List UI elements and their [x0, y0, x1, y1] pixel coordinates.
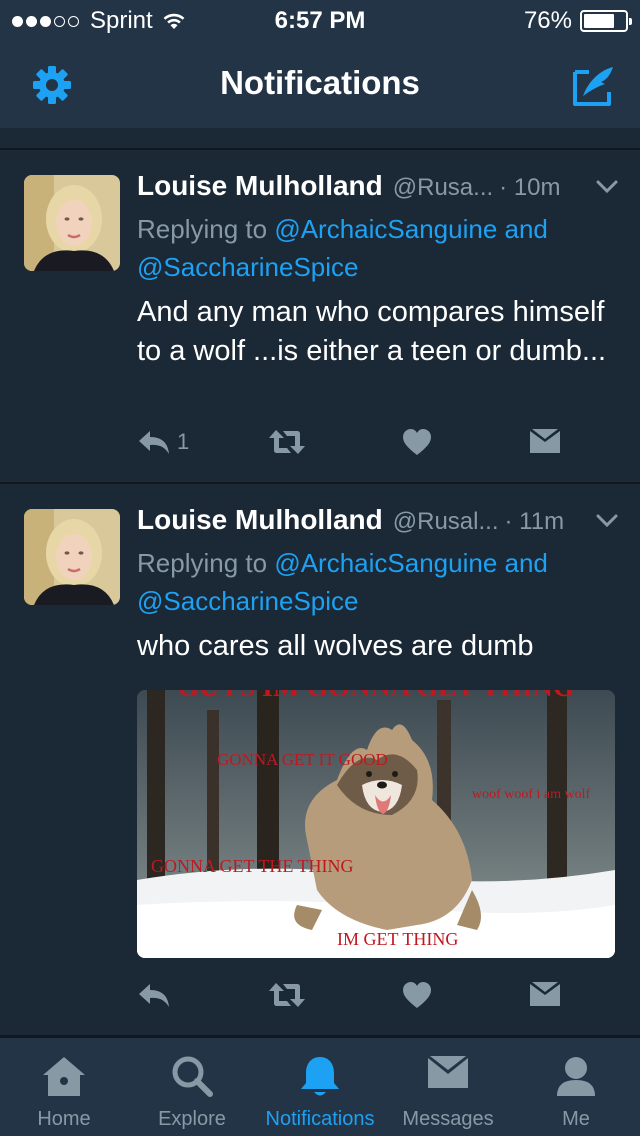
tab-me[interactable]: Me	[512, 1038, 640, 1136]
reply-prefix: Replying to	[137, 214, 268, 244]
tweet-options-button[interactable]	[596, 514, 618, 533]
reply-icon	[139, 431, 169, 454]
tweet-media-image[interactable]: GUYS IM GONNA GET THING GONNA GET IT GOO…	[137, 690, 615, 958]
meme-caption: GONNA GET THE THING	[151, 856, 354, 876]
tab-label: Me	[562, 1108, 590, 1130]
reply-button[interactable]: 1	[137, 428, 189, 456]
retweet-icon	[269, 430, 305, 454]
reply-count: 1	[177, 429, 190, 454]
home-icon	[43, 1057, 85, 1096]
notification-feed: Louise Mulholland @Rusa... · 10m Replyin…	[0, 148, 640, 1037]
direct-message-button[interactable]	[529, 981, 561, 1007]
bell-icon	[301, 1057, 339, 1096]
reply-icon	[139, 984, 169, 1007]
author-name[interactable]: Louise Mulholland	[137, 504, 383, 536]
direct-message-button[interactable]	[529, 428, 561, 454]
person-icon	[557, 1057, 595, 1096]
tab-explore[interactable]: Explore	[128, 1038, 256, 1136]
tab-bar: Home Explore Notifications Messages Me	[0, 1036, 640, 1136]
reply-button[interactable]	[137, 981, 177, 1009]
tweet-actions: 1	[137, 428, 597, 464]
reply-prefix: Replying to	[137, 548, 268, 578]
tab-label: Notifications	[265, 1108, 375, 1130]
envelope-icon	[530, 429, 560, 453]
author-handle[interactable]: @Rusal...	[393, 508, 499, 536]
mention-link[interactable]: @SaccharineSpice	[137, 252, 359, 282]
tab-label: Home	[37, 1108, 91, 1130]
tab-home[interactable]: Home	[0, 1038, 128, 1136]
tweet-actions	[137, 981, 597, 1017]
tab-label: Messages	[402, 1108, 494, 1130]
meme-caption: woof woof i am wolf	[472, 787, 591, 802]
tweet-text: And any man who compares himself to a wo…	[137, 296, 607, 367]
like-button[interactable]	[402, 428, 432, 456]
envelope-icon	[428, 1056, 468, 1088]
tweet-time: · 11m	[504, 508, 565, 535]
tab-label: Explore	[158, 1108, 226, 1130]
compose-icon	[573, 67, 613, 106]
heart-icon	[403, 982, 431, 1008]
envelope-icon	[530, 982, 560, 1006]
battery-percent: 76%	[523, 7, 572, 34]
mention-link[interactable]: @SaccharineSpice	[137, 586, 359, 616]
compose-button[interactable]	[571, 64, 617, 113]
author-name[interactable]: Louise Mulholland	[137, 170, 383, 202]
chevron-down-icon	[596, 514, 618, 528]
tweet[interactable]: Louise Mulholland @Rusa... · 10m Replyin…	[0, 150, 640, 484]
heart-icon	[403, 429, 431, 455]
meme-caption: IM GET THING	[337, 929, 458, 949]
avatar-photo	[24, 509, 120, 605]
tab-messages[interactable]: Messages	[384, 1038, 512, 1136]
tab-notifications[interactable]: Notifications	[256, 1038, 384, 1136]
tweet-header: Louise Mulholland @Rusa... · 10m	[137, 170, 617, 202]
status-right: 76%	[523, 7, 632, 35]
tweet-time: · 10m	[499, 174, 561, 201]
search-icon	[172, 1056, 213, 1097]
author-handle[interactable]: @Rusa...	[393, 174, 493, 202]
avatar-photo	[24, 175, 120, 271]
mention-link[interactable]: @ArchaicSanguine	[274, 214, 497, 244]
tweet[interactable]: Louise Mulholland @Rusal... · 11m Replyi…	[0, 484, 640, 1037]
status-bar: Sprint 6:57 PM 76%	[0, 0, 640, 40]
page-title: Notifications	[220, 64, 420, 101]
battery-icon	[580, 10, 632, 32]
reply-and: and	[504, 214, 548, 244]
retweet-button[interactable]	[267, 981, 307, 1009]
mention-link[interactable]: @ArchaicSanguine	[274, 548, 497, 578]
meme-caption: GONNA GET IT GOOD	[217, 750, 388, 769]
navigation-bar: Sprint 6:57 PM 76% Notifications	[0, 0, 640, 128]
reply-context: Replying to @ArchaicSanguine and @Saccha…	[137, 210, 617, 286]
avatar[interactable]	[24, 509, 120, 605]
reply-and: and	[504, 548, 548, 578]
wolf-meme-image: GUYS IM GONNA GET THING GONNA GET IT GOO…	[137, 690, 615, 958]
tweet-text: who cares all wolves are dumb	[137, 630, 534, 662]
retweet-icon	[269, 983, 305, 1007]
tweet-header: Louise Mulholland @Rusal... · 11m	[137, 504, 617, 536]
avatar[interactable]	[24, 175, 120, 271]
meme-caption-top: GUYS IM GONNA GET THING	[177, 690, 574, 703]
like-button[interactable]	[402, 981, 432, 1009]
chevron-down-icon	[596, 180, 618, 194]
reply-context: Replying to @ArchaicSanguine and @Saccha…	[137, 544, 617, 620]
tweet-options-button[interactable]	[596, 180, 618, 199]
retweet-button[interactable]	[267, 428, 307, 456]
